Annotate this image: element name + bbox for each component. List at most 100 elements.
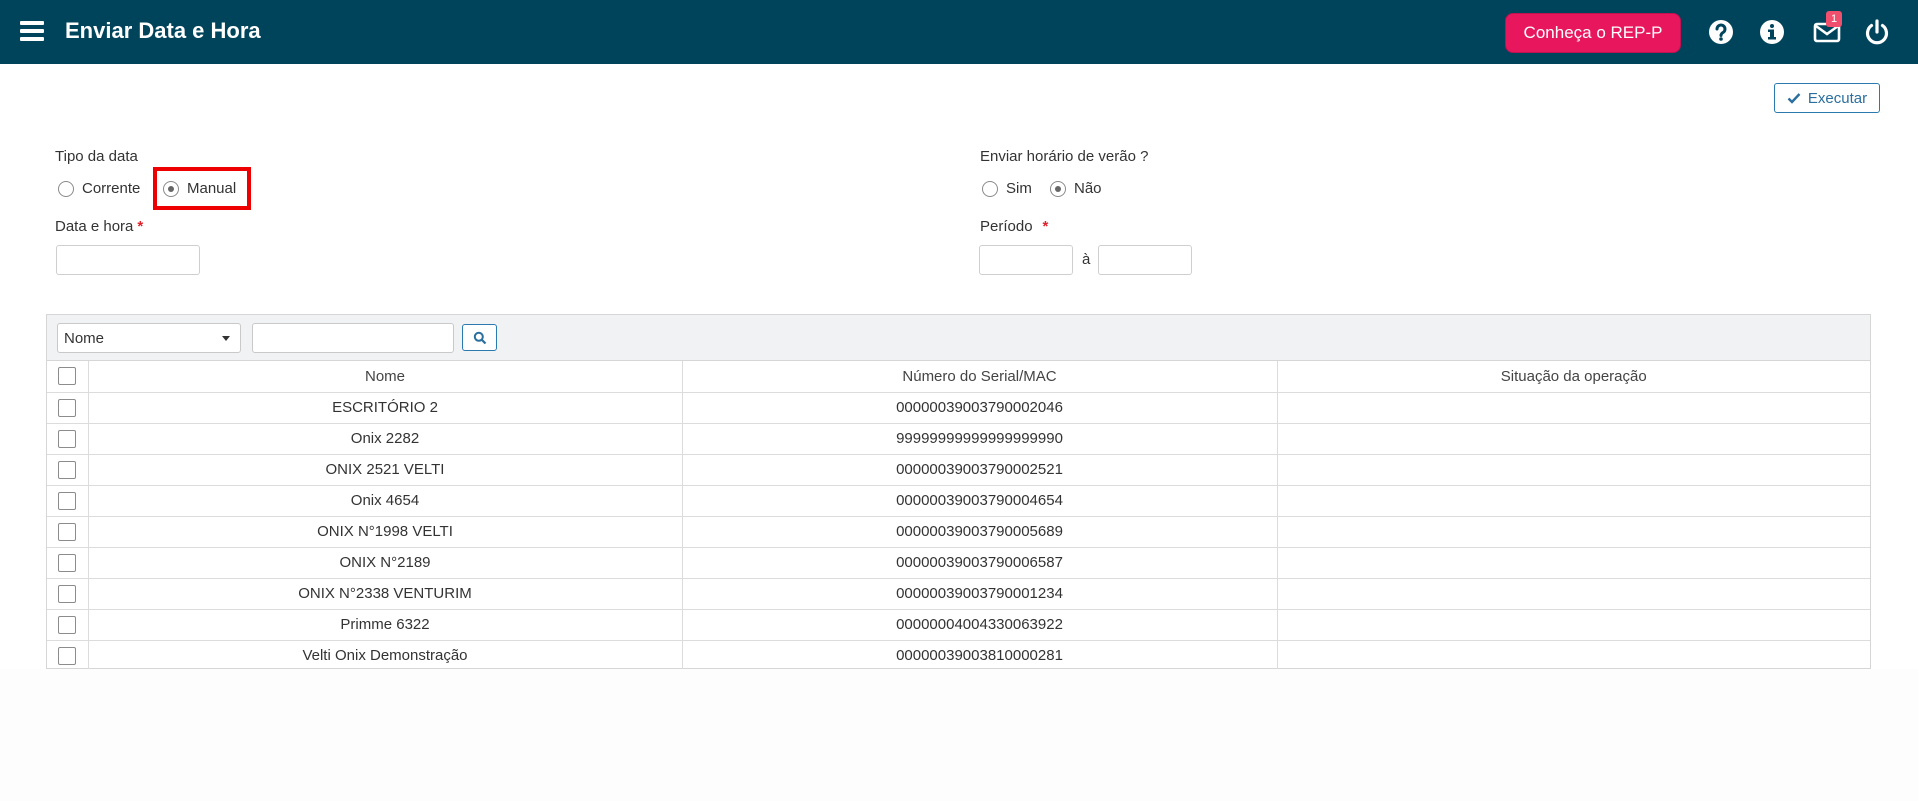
radio-corrente[interactable]: Corrente [58, 180, 140, 197]
radio-sim-label: Sim [1006, 180, 1032, 197]
column-header-serial[interactable]: Número do Serial/MAC [681, 361, 1278, 393]
row-checkbox[interactable] [58, 429, 77, 448]
radio-nao-label: Não [1074, 180, 1102, 197]
radio-corrente-label: Corrente [82, 180, 141, 197]
column-header-nome[interactable]: Nome [87, 361, 683, 393]
cell-serial: 00000039003790002046 [681, 391, 1278, 424]
radio-sim-circle[interactable] [982, 180, 998, 197]
table-row[interactable]: ONIX N°1998 VELTI 00000039003790005689 [47, 515, 1870, 548]
radio-nao[interactable]: Não [1050, 180, 1102, 197]
radio-corrente-circle[interactable] [58, 180, 74, 197]
cell-serial: 00000004004330063922 [681, 608, 1278, 641]
row-select-cell [47, 453, 89, 486]
cell-situacao [1276, 515, 1870, 548]
cell-situacao [1276, 422, 1870, 455]
row-select-cell [47, 546, 89, 579]
row-checkbox[interactable] [58, 646, 77, 665]
grid-toolbar: Nome [47, 315, 1870, 361]
cell-situacao [1276, 608, 1870, 641]
datetime-input[interactable] [56, 245, 200, 275]
column-header-situacao[interactable]: Situação da operação [1276, 361, 1870, 393]
help-icon[interactable] [1706, 17, 1736, 47]
top-bar: Enviar Data e Hora Conheça o REP-P 1 [0, 0, 1918, 64]
conheca-rep-p-button[interactable]: Conheça o REP-P [1505, 13, 1681, 53]
row-checkbox[interactable] [58, 584, 77, 603]
table-row[interactable]: Primme 6322 00000004004330063922 [47, 608, 1870, 641]
cell-situacao [1276, 484, 1870, 517]
datetime-label: Data e hora * [55, 218, 143, 235]
period-label-text: Período [980, 218, 1033, 235]
date-type-label: Tipo da data [55, 148, 138, 165]
row-checkbox[interactable] [58, 615, 77, 634]
cell-situacao [1276, 639, 1870, 672]
select-all-checkbox[interactable] [58, 367, 77, 386]
period-end-input[interactable] [1098, 245, 1192, 275]
cell-nome: Velti Onix Demonstração [87, 639, 683, 672]
row-select-cell [47, 422, 89, 455]
cell-serial: 00000039003790006587 [681, 546, 1278, 579]
dst-label: Enviar horário de verão ? [980, 148, 1149, 165]
cell-nome: ESCRITÓRIO 2 [87, 391, 683, 424]
menu-icon[interactable] [20, 21, 44, 43]
executar-label: Executar [1807, 89, 1868, 107]
row-checkbox[interactable] [58, 491, 77, 510]
cell-serial: 00000039003810000281 [681, 639, 1278, 672]
row-select-cell [47, 391, 89, 424]
period-start-input[interactable] [979, 245, 1073, 275]
row-checkbox[interactable] [58, 553, 77, 572]
empty-area [0, 669, 1918, 801]
cell-serial: 00000039003790002521 [681, 453, 1278, 486]
row-select-cell [47, 608, 89, 641]
cell-situacao [1276, 391, 1870, 424]
radio-nao-circle[interactable] [1050, 180, 1066, 197]
required-mark: * [1042, 218, 1049, 235]
grid-search-input[interactable] [252, 323, 454, 353]
table-row[interactable]: Onix 4654 00000039003790004654 [47, 484, 1870, 517]
table-row[interactable]: Velti Onix Demonstração 00000039003810000… [47, 639, 1870, 672]
select-all-cell [47, 361, 89, 393]
cell-situacao [1276, 546, 1870, 579]
cell-situacao [1276, 453, 1870, 486]
cell-nome: Onix 2282 [87, 422, 683, 455]
table-row[interactable]: ONIX N°2338 VENTURIM 00000039003790001234 [47, 577, 1870, 610]
power-icon[interactable] [1862, 17, 1892, 47]
cell-nome: Primme 6322 [87, 608, 683, 641]
table-row[interactable]: ESCRITÓRIO 2 00000039003790002046 [47, 391, 1870, 424]
row-select-cell [47, 577, 89, 610]
cell-serial: 00000039003790001234 [681, 577, 1278, 610]
period-label: Período * [980, 218, 1048, 235]
datetime-label-text: Data e hora [55, 218, 134, 235]
executar-button[interactable]: Executar [1774, 83, 1880, 113]
caret-down-icon [222, 336, 230, 341]
row-checkbox[interactable] [58, 460, 77, 479]
period-separator: à [1082, 251, 1091, 268]
row-select-cell [47, 484, 89, 517]
row-select-cell [47, 639, 89, 672]
grid-search-button[interactable] [462, 324, 497, 351]
filter-field-value: Nome [64, 329, 105, 347]
table-row[interactable]: ONIX N°2189 00000039003790006587 [47, 546, 1870, 579]
row-checkbox[interactable] [58, 522, 77, 541]
filter-field-select[interactable]: Nome [57, 323, 241, 353]
cell-nome: Onix 4654 [87, 484, 683, 517]
required-mark: * [137, 218, 144, 235]
cell-nome: ONIX N°2189 [87, 546, 683, 579]
cell-nome: ONIX N°1998 VELTI [87, 515, 683, 548]
info-icon[interactable] [1757, 17, 1787, 47]
table-header: Nome Número do Serial/MAC Situação da op… [47, 361, 1870, 393]
cell-serial: 99999999999999999990 [681, 422, 1278, 455]
highlight-box [153, 167, 251, 210]
table-row[interactable]: ONIX 2521 VELTI 00000039003790002521 [47, 453, 1870, 486]
cell-situacao [1276, 577, 1870, 610]
table-row[interactable]: Onix 2282 99999999999999999990 [47, 422, 1870, 455]
device-table: Nome Número do Serial/MAC Situação da op… [47, 361, 1870, 672]
cell-serial: 00000039003790005689 [681, 515, 1278, 548]
check-icon [1787, 93, 1801, 104]
radio-sim[interactable]: Sim [982, 180, 1032, 197]
row-select-cell [47, 515, 89, 548]
cell-nome: ONIX 2521 VELTI [87, 453, 683, 486]
notification-badge: 1 [1826, 11, 1842, 27]
search-icon [473, 331, 486, 344]
row-checkbox[interactable] [58, 398, 77, 417]
cell-serial: 00000039003790004654 [681, 484, 1278, 517]
